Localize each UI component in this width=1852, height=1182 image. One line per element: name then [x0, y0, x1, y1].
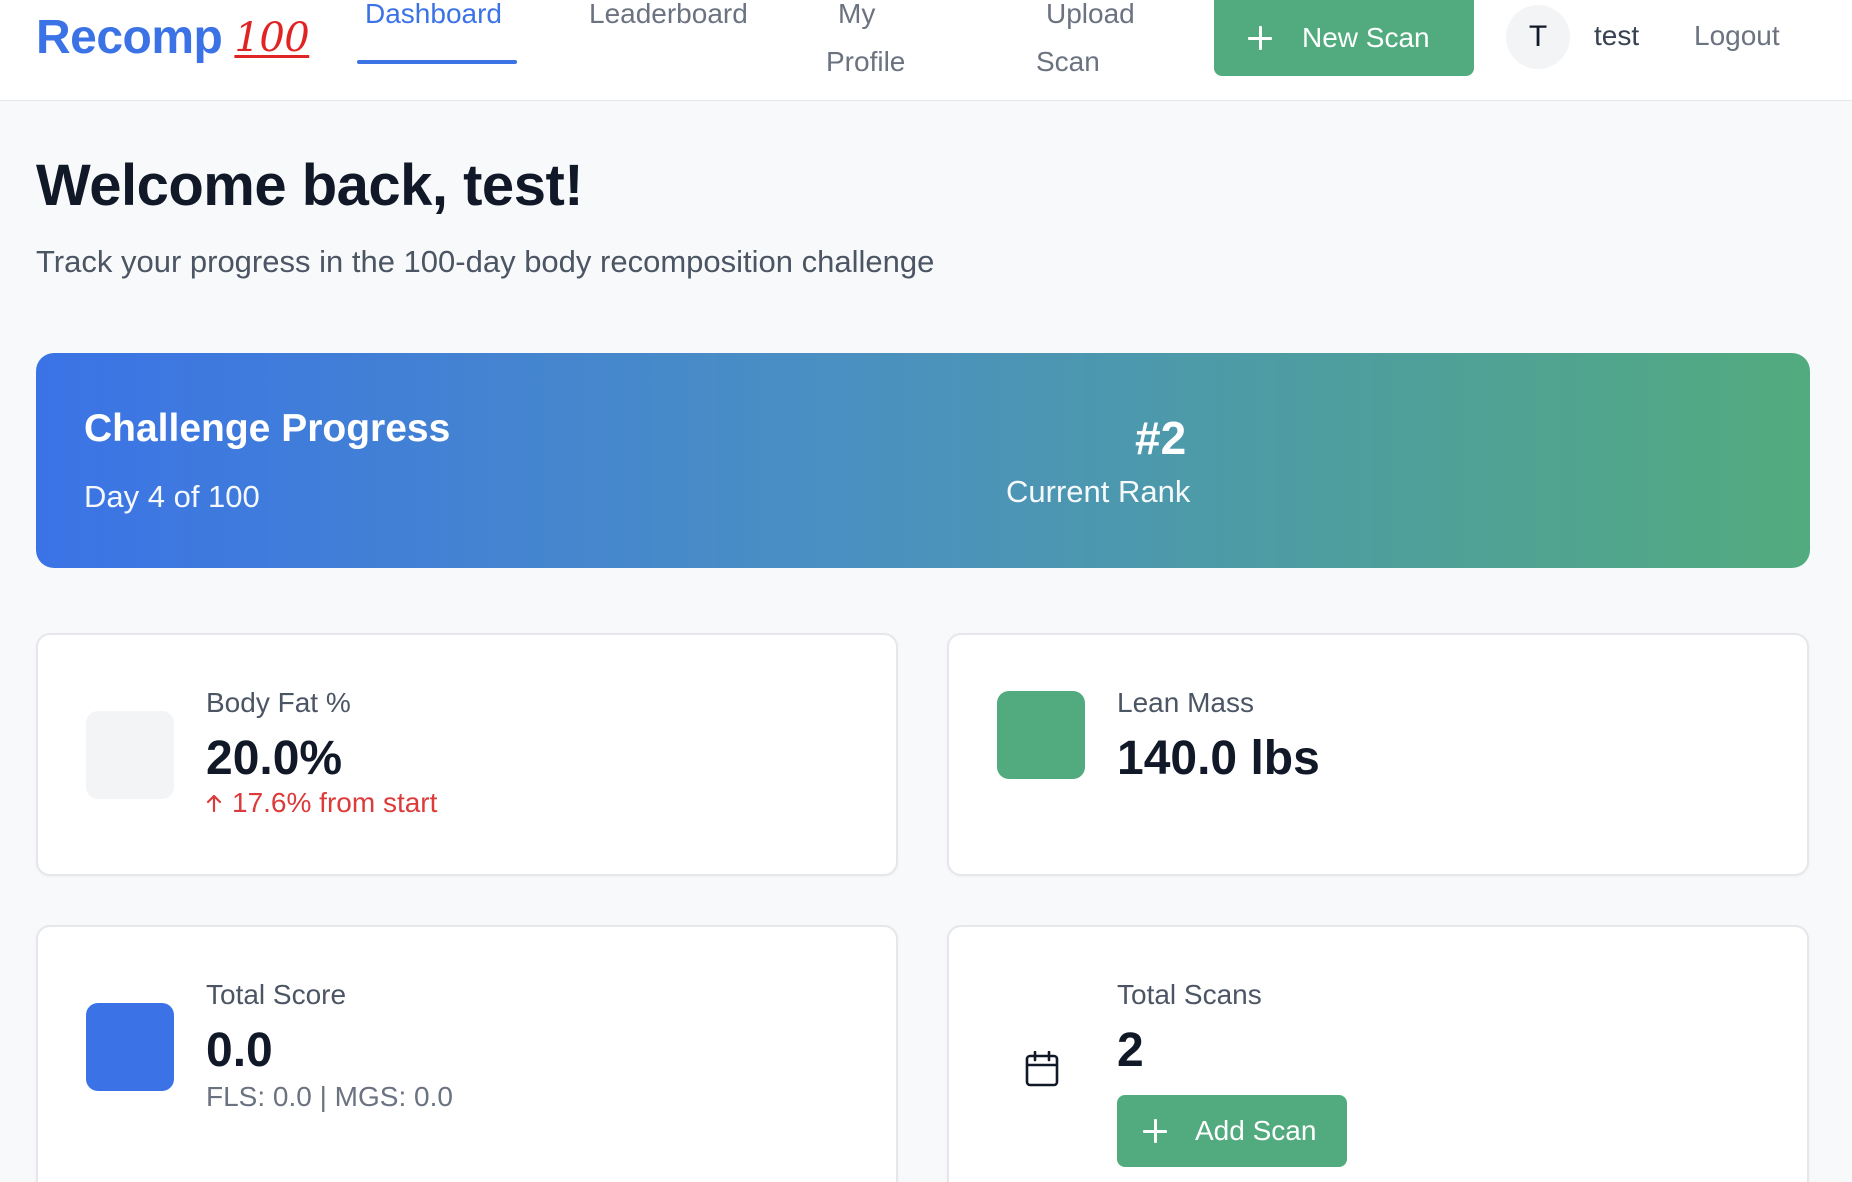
brand-logo[interactable]: Recomp 100	[36, 10, 310, 65]
lean-mass-tile-icon	[997, 691, 1085, 779]
nav-link-upload-scan-line1: Upload	[1046, 0, 1135, 29]
nav-link-leaderboard[interactable]: Leaderboard	[589, 0, 748, 38]
total-scans-value: 2	[1117, 1024, 1144, 1077]
challenge-progress-banner: Challenge Progress Day 4 of 100 #2 Curre…	[36, 353, 1810, 568]
body-fat-value: 20.0%	[206, 732, 343, 785]
total-score-card: Total Score 0.0 FLS: 0.0 | MGS: 0.0	[36, 925, 898, 1182]
body-fat-change-text: 17.6% from start	[232, 787, 438, 818]
hundred-emoji-icon: 100	[234, 14, 310, 61]
new-scan-button[interactable]: New Scan	[1214, 0, 1474, 76]
plus-icon	[1248, 26, 1272, 50]
total-score-tile-icon	[86, 1003, 174, 1091]
top-navbar: Recomp 100 Dashboard Leaderboard My Prof…	[0, 0, 1852, 101]
current-rank-value: #2	[1135, 412, 1187, 464]
active-tab-indicator	[357, 60, 517, 64]
body-fat-tile-icon	[86, 711, 174, 799]
new-scan-label: New Scan	[1302, 22, 1430, 53]
nav-link-my-profile-line1: My	[838, 0, 876, 29]
nav-link-upload-scan[interactable]: Upload Scan	[1036, 0, 1166, 86]
total-scans-label: Total Scans	[1117, 979, 1262, 1010]
nav-link-dashboard-label: Dashboard	[365, 0, 502, 29]
lean-mass-label: Lean Mass	[1117, 687, 1254, 718]
total-scans-card: Total Scans 2 Add Scan	[947, 925, 1809, 1182]
nav-link-my-profile-line2: Profile	[826, 46, 906, 77]
total-score-value: 0.0	[206, 1024, 273, 1077]
add-scan-label: Add Scan	[1195, 1115, 1317, 1146]
body-fat-card: Body Fat % 20.0% 17.6% from start	[36, 633, 898, 876]
page-title: Welcome back, test!	[36, 153, 584, 218]
total-score-label: Total Score	[206, 979, 347, 1010]
avatar-initial: T	[1528, 20, 1548, 53]
logout-button[interactable]: Logout	[1694, 12, 1780, 60]
calendar-icon	[1025, 1051, 1059, 1087]
total-score-breakdown: FLS: 0.0 | MGS: 0.0	[206, 1081, 453, 1112]
nav-link-leaderboard-label: Leaderboard	[589, 0, 748, 29]
challenge-day-text: Day 4 of 100	[84, 479, 260, 514]
nav-link-my-profile[interactable]: My Profile	[826, 0, 956, 86]
lean-mass-value: 140.0 lbs	[1117, 732, 1320, 785]
username-label: test	[1594, 20, 1640, 51]
add-scan-button[interactable]: Add Scan	[1117, 1095, 1347, 1167]
avatar[interactable]: T	[1506, 5, 1570, 69]
nav-link-upload-scan-line2: Scan	[1036, 46, 1100, 77]
nav-link-dashboard[interactable]: Dashboard	[365, 0, 502, 38]
body-fat-change: 17.6% from start	[206, 787, 437, 819]
challenge-progress-title: Challenge Progress	[84, 407, 451, 450]
lean-mass-card: Lean Mass 140.0 lbs	[947, 633, 1809, 876]
current-rank-label: Current Rank	[1006, 474, 1191, 509]
page-subtitle: Track your progress in the 100-day body …	[36, 244, 935, 279]
plus-icon	[1143, 1119, 1167, 1143]
brand-name: Recomp	[36, 11, 223, 64]
arrow-up-icon	[206, 794, 222, 813]
body-fat-label: Body Fat %	[206, 687, 351, 718]
